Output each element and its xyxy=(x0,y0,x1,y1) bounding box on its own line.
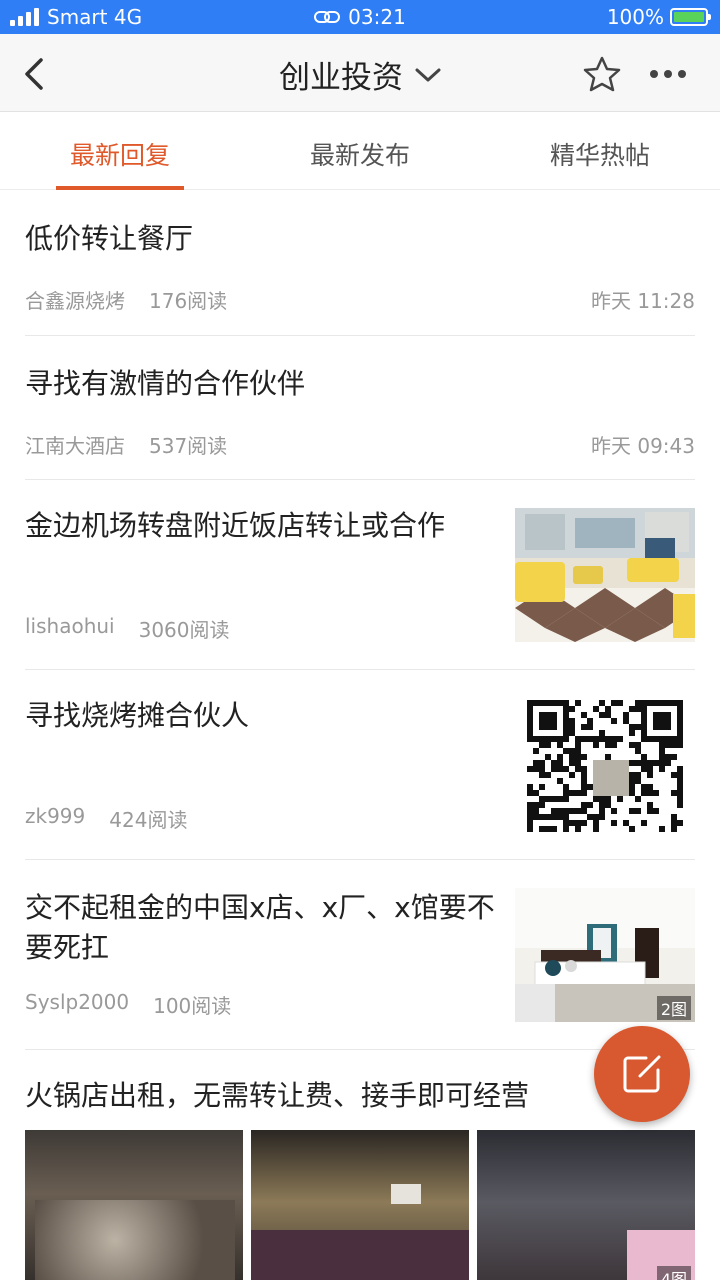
image-count-badge: 2图 xyxy=(656,996,691,1020)
post-title: 金边机场转盘附近饭店转让或合作 xyxy=(25,509,446,542)
compose-button[interactable] xyxy=(594,1026,690,1122)
post-list: 低价转让餐厅 合鑫源烧烤 176阅读 昨天 11:28 寻找有激情的合作伙伴 江… xyxy=(0,190,720,1280)
list-item[interactable]: 寻找有激情的合作伙伴 江南大酒店 537阅读 昨天 09:43 xyxy=(25,336,695,480)
post-author: 合鑫源烧烤 xyxy=(25,289,125,313)
more-button[interactable] xyxy=(644,52,692,96)
list-item[interactable]: 金边机场转盘附近饭店转让或合作 lishaohui 3060阅读 xyxy=(25,480,695,670)
tab-featured[interactable]: 精华热帖 xyxy=(480,112,720,189)
post-reads: 176阅读 xyxy=(149,289,228,313)
clock: 03:21 xyxy=(348,5,406,29)
chevron-down-icon[interactable] xyxy=(415,67,441,83)
post-image[interactable] xyxy=(25,1130,243,1280)
compose-icon xyxy=(623,1055,661,1093)
battery-icon xyxy=(670,8,711,26)
post-title: 低价转让餐厅 xyxy=(25,222,194,255)
tab-latest-post[interactable]: 最新发布 xyxy=(240,112,480,189)
star-icon xyxy=(583,56,621,92)
post-thumbnail-restaurant[interactable] xyxy=(515,508,695,642)
battery-percent: 100% xyxy=(606,5,664,29)
tab-bar: 最新回复 最新发布 精华热帖 xyxy=(0,112,720,190)
post-image-row: 4图 xyxy=(25,1130,695,1280)
post-thumbnail-bedroom[interactable]: 2图 xyxy=(515,888,695,1022)
post-reads: 424阅读 xyxy=(109,808,188,832)
post-reads: 100阅读 xyxy=(153,994,232,1018)
post-reads: 3060阅读 xyxy=(138,618,230,642)
post-title: 火锅店出租，无需转让费、接手即可经营 xyxy=(25,1079,530,1112)
post-time: 昨天 11:28 xyxy=(591,289,695,313)
list-item[interactable]: 低价转让餐厅 合鑫源烧烤 176阅读 昨天 11:28 xyxy=(25,190,695,336)
post-reads: 537阅读 xyxy=(149,434,228,458)
post-title: 交不起租金的中国x店、x厂、x馆要不要死扛 xyxy=(25,891,495,964)
chevron-left-icon xyxy=(25,58,43,90)
post-author: zk999 xyxy=(25,804,86,828)
page-title[interactable]: 创业投资 xyxy=(279,52,403,97)
post-author: 江南大酒店 xyxy=(25,434,125,458)
post-image[interactable]: 4图 xyxy=(477,1130,695,1280)
status-bar: Smart 4G 03:21 100% xyxy=(0,0,720,34)
post-thumbnail-qr-code[interactable] xyxy=(515,698,695,832)
post-image[interactable] xyxy=(251,1130,469,1280)
post-title: 寻找烧烤摊合伙人 xyxy=(25,699,250,732)
back-button[interactable] xyxy=(14,52,54,96)
tab-latest-reply[interactable]: 最新回复 xyxy=(0,112,240,190)
list-item[interactable]: 寻找烧烤摊合伙人 zk999 424阅读 xyxy=(25,670,695,860)
post-title: 寻找有激情的合作伙伴 xyxy=(25,367,306,400)
nav-bar: 创业投资 xyxy=(0,34,720,112)
favorite-button[interactable] xyxy=(580,52,624,96)
post-author: lishaohui xyxy=(25,614,115,638)
list-item[interactable]: 交不起租金的中国x店、x厂、x馆要不要死扛 Syslp2000 100阅读 2图 xyxy=(25,860,695,1050)
image-count-badge: 4图 xyxy=(656,1266,691,1280)
link-icon xyxy=(314,11,341,23)
post-author: Syslp2000 xyxy=(25,990,130,1014)
post-time: 昨天 09:43 xyxy=(591,434,695,458)
